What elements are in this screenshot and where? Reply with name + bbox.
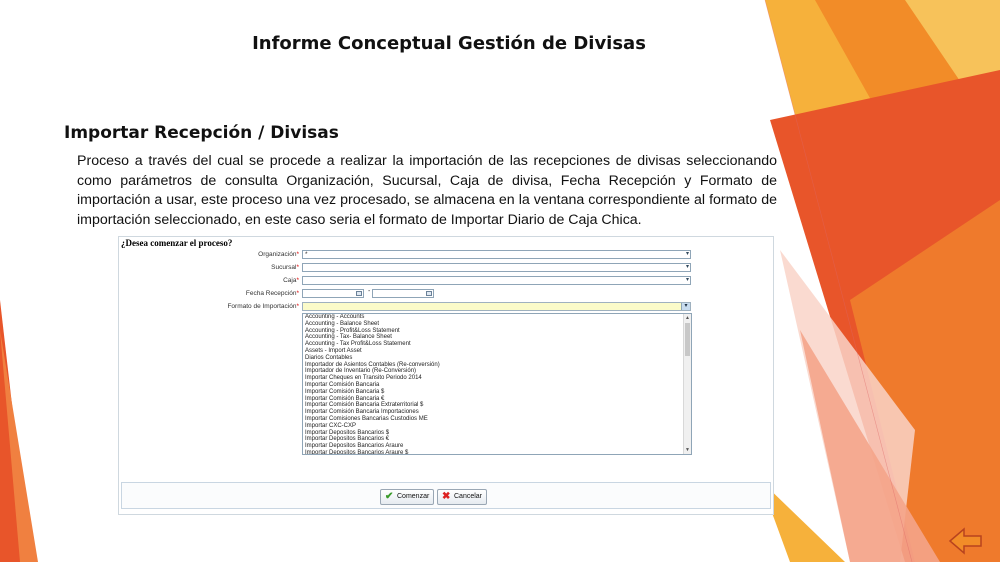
dropdown-option[interactable]: Assets - Import Asset (303, 348, 691, 355)
dropdown-option[interactable]: Importar Depositos Bancarios Araure $ (303, 450, 691, 454)
dropdown-option[interactable]: Importar Comisión Bancaria € (303, 396, 691, 403)
fecha-desde-input[interactable] (302, 289, 364, 298)
dropdown-scrollbar[interactable]: ▲ ▼ (683, 314, 691, 454)
calendar-icon[interactable] (426, 291, 432, 296)
sucursal-label: Sucursal* (271, 264, 299, 271)
cross-icon: ✖ (442, 491, 451, 502)
back-arrow-icon[interactable] (948, 526, 984, 556)
dropdown-option[interactable]: Importar Comisión Bancaria Extraterritor… (303, 402, 691, 409)
comenzar-button[interactable]: ✔ Comenzar (380, 489, 434, 505)
check-icon: ✔ (385, 491, 394, 502)
scroll-down-icon[interactable]: ▼ (684, 447, 691, 453)
dropdown-option[interactable]: Importador de Asientos Contables (Re-con… (303, 362, 691, 369)
comenzar-label: Comenzar (397, 493, 430, 500)
chevron-down-icon: ▾ (685, 277, 689, 283)
chevron-down-icon[interactable]: ▾ (681, 303, 690, 310)
section-heading: Importar Recepción / Divisas (64, 123, 339, 143)
dropdown-option[interactable]: Accounting - Tax Profit&Loss Statement (303, 341, 691, 348)
cancelar-button[interactable]: ✖ Cancelar (437, 489, 487, 505)
dropdown-option[interactable]: Accounting - Tax- Balance Sheet (303, 334, 691, 341)
action-bar: ✔ Comenzar ✖ Cancelar (121, 482, 771, 509)
dropdown-option[interactable]: Importar CXC-CXP (303, 423, 691, 430)
dropdown-option[interactable]: Importar Comisión Bancaria $ (303, 389, 691, 396)
fecha-hasta-input[interactable] (372, 289, 434, 298)
calendar-icon[interactable] (356, 291, 362, 296)
dropdown-option[interactable]: Importar Comisión Bancaria Importaciones (303, 409, 691, 416)
organizacion-value: * (305, 251, 308, 258)
organizacion-label: Organización* (258, 251, 299, 258)
dropdown-option[interactable]: Accounting - Accounts (303, 314, 691, 321)
slide-title: Informe Conceptual Gestión de Divisas (252, 33, 646, 54)
dropdown-option[interactable]: Accounting - Profit&Loss Statement (303, 328, 691, 335)
dropdown-option[interactable]: Importar Cheques en Transito Periodo 201… (303, 375, 691, 382)
formato-dropdown-list[interactable]: Accounting - Accounts Accounting - Balanc… (302, 313, 692, 455)
dropdown-option[interactable]: Importar Comisiones Bancarias Custodios … (303, 416, 691, 423)
date-range-separator: - (368, 288, 371, 295)
caja-select[interactable]: ▾ (302, 276, 691, 285)
dropdown-option[interactable]: Importador de Inventario (Re-Conversión) (303, 368, 691, 375)
dropdown-option[interactable]: Importar Depositos Bancarios $ (303, 430, 691, 437)
dropdown-option[interactable]: Accounting - Balance Sheet (303, 321, 691, 328)
organizacion-select[interactable]: * ▾ (302, 250, 691, 259)
dialog-question: ¿Desea comenzar el proceso? (121, 238, 233, 248)
scroll-thumb[interactable] (685, 323, 690, 356)
scroll-up-icon[interactable]: ▲ (684, 315, 691, 321)
fecha-label: Fecha Recepción* (245, 290, 299, 297)
formato-select[interactable]: ▾ (302, 302, 691, 311)
dropdown-option[interactable]: Diarios Contables (303, 355, 691, 362)
description-paragraph: Proceso a través del cual se procede a r… (77, 153, 777, 228)
chevron-down-icon: ▾ (685, 264, 689, 270)
sucursal-select[interactable]: ▾ (302, 263, 691, 272)
process-dialog: ¿Desea comenzar el proceso? Organización… (118, 236, 774, 515)
dropdown-option[interactable]: Importar Comisión Bancaria (303, 382, 691, 389)
caja-label: Caja* (283, 277, 299, 284)
dropdown-option[interactable]: Importar Depositos Bancarios Araure (303, 443, 691, 450)
formato-label: Formato de Importación* (227, 303, 299, 310)
cancelar-label: Cancelar (454, 493, 483, 500)
dropdown-option[interactable]: Importar Depositos Bancarios € (303, 436, 691, 443)
chevron-down-icon: ▾ (685, 251, 689, 257)
